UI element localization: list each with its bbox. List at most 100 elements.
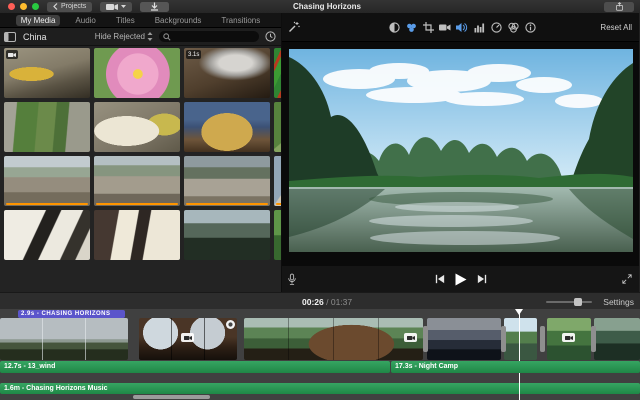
- adjust-toolbar: Reset All: [282, 13, 639, 42]
- zoom-window-button[interactable]: [32, 3, 39, 10]
- search-field[interactable]: [159, 31, 259, 42]
- transition-handle[interactable]: [423, 326, 428, 352]
- hide-rejected-label: Hide Rejected: [94, 32, 145, 41]
- effects-icon[interactable]: [507, 21, 519, 33]
- playhead-time-display: 00:26 / 01:37: [302, 297, 352, 307]
- tab-titles[interactable]: Titles: [111, 15, 140, 26]
- transport-bar: [282, 266, 639, 292]
- voiceover-mic-icon[interactable]: [287, 273, 297, 286]
- clip-mountain-village-pano[interactable]: [0, 318, 128, 360]
- share-button[interactable]: [604, 1, 634, 12]
- timeline-zoom-slider[interactable]: [546, 298, 592, 306]
- close-window-button[interactable]: [8, 3, 15, 10]
- thumb-cucumbers-market[interactable]: [4, 102, 90, 152]
- thumb-motorbike-license-plate[interactable]: [4, 48, 90, 98]
- noise-reduction-icon[interactable]: [473, 21, 485, 33]
- hide-rejected-filter[interactable]: Hide Rejected: [95, 32, 153, 41]
- clip-karst-reflection[interactable]: [504, 318, 537, 360]
- thumb-alley-person[interactable]: [184, 156, 270, 206]
- thumb-cooking-pot-smoke[interactable]: 3.1s: [184, 48, 270, 98]
- thumb-street-walkers[interactable]: [94, 156, 180, 206]
- share-icon: [615, 2, 623, 11]
- zoom-slider-thumb[interactable]: [574, 298, 582, 306]
- projects-button-label: Projects: [61, 3, 87, 10]
- title-clip[interactable]: 2.9s - CHASING HORIZONS: [18, 310, 125, 318]
- clip-camera-badge-icon: [181, 333, 194, 342]
- enhance-wand-icon[interactable]: [288, 21, 300, 33]
- timeline-settings-button[interactable]: Settings: [603, 297, 634, 307]
- thumb-calligraphy-brush[interactable]: [4, 210, 90, 260]
- duration-badge: 3.1s: [186, 50, 202, 59]
- time-separator: /: [323, 297, 331, 307]
- skip-forward-button[interactable]: [477, 274, 487, 284]
- clip-dusk-lake[interactable]: [427, 318, 501, 360]
- minimize-window-button[interactable]: [20, 3, 27, 10]
- transition-circle-badge: [226, 320, 235, 329]
- play-button[interactable]: [455, 273, 467, 286]
- playhead-line[interactable]: [519, 313, 520, 400]
- audio-night-camp[interactable]: 17.3s - Night Camp: [391, 361, 640, 373]
- main-area: My Media Audio Titles Backgrounds Transi…: [0, 13, 640, 292]
- color-correction-icon[interactable]: [405, 21, 417, 33]
- audio-13-wind[interactable]: 12.7s - 13_wind: [0, 361, 390, 373]
- projects-back-button[interactable]: Projects: [47, 1, 93, 12]
- clip-camera-badge-icon: [404, 333, 417, 342]
- titlebar: Projects Chasing Horizons: [0, 0, 640, 13]
- media-browser-panel: My Media Audio Titles Backgrounds Transi…: [0, 13, 282, 292]
- media-source-label[interactable]: China: [23, 32, 47, 42]
- import-media-button[interactable]: [140, 1, 170, 12]
- browser-tab-bar: My Media Audio Titles Backgrounds Transi…: [0, 13, 281, 28]
- thumb-street-motorcyclists[interactable]: [4, 156, 90, 206]
- clip-info-icon[interactable]: [524, 21, 536, 33]
- transition-handle[interactable]: [501, 326, 506, 352]
- thumb-calligraphy-fu-character[interactable]: [94, 210, 180, 260]
- browser-header: China Hide Rejected: [0, 28, 281, 46]
- popup-chevrons-icon: [147, 32, 153, 41]
- tab-backgrounds[interactable]: Backgrounds: [150, 15, 207, 26]
- clip-camera-badge-icon: [562, 333, 575, 342]
- skip-back-button[interactable]: [435, 274, 445, 284]
- clip-village-hut[interactable]: [244, 318, 423, 360]
- timeline: 2.9s - CHASING HORIZONS 1.6m - Chasing H…: [0, 309, 640, 400]
- tab-transitions[interactable]: Transitions: [216, 15, 265, 26]
- recent-clips-clock-icon[interactable]: [265, 31, 276, 42]
- search-input[interactable]: [173, 32, 253, 41]
- thumb-dark-trees-sky[interactable]: [184, 210, 270, 260]
- thumb-lotus-flower[interactable]: [94, 48, 180, 98]
- favorite-marker: [6, 203, 88, 205]
- viewer-panel: Reset All: [282, 13, 639, 292]
- transition-handle[interactable]: [540, 326, 545, 352]
- reset-all-button[interactable]: Reset All: [600, 23, 632, 32]
- time-total: 01:37: [330, 297, 353, 307]
- preview-karst-river-scene: [289, 49, 633, 252]
- crop-icon[interactable]: [422, 21, 434, 33]
- import-camera-button[interactable]: [100, 1, 133, 12]
- transition-handle[interactable]: [591, 326, 596, 352]
- favorite-marker: [276, 203, 281, 205]
- thumb-dumplings-tray[interactable]: [94, 102, 180, 152]
- imovie-window: Projects Chasing Horizons My Media Audio…: [0, 0, 640, 400]
- background-music-clip[interactable]: 1.6m - Chasing Horizons Music: [0, 383, 640, 394]
- thumb-longan-fruit-hands[interactable]: [184, 102, 270, 152]
- clip-green-pond[interactable]: [547, 318, 591, 360]
- color-balance-icon[interactable]: [388, 21, 400, 33]
- tab-audio[interactable]: Audio: [70, 15, 100, 26]
- playhead-handle[interactable]: [515, 309, 523, 315]
- clip-restaurant-interior[interactable]: [139, 318, 237, 360]
- media-thumbnail-grid: 3.1s: [0, 46, 281, 292]
- thumb-greens-and-plate[interactable]: [274, 102, 281, 152]
- sidebar-toggle-icon[interactable]: [4, 31, 16, 42]
- volume-icon[interactable]: [456, 21, 468, 33]
- camera-badge-icon: [6, 50, 18, 59]
- clip-lake-kayaker[interactable]: [594, 318, 640, 360]
- thumb-outdoor-table-people[interactable]: [274, 156, 281, 206]
- tab-my-media[interactable]: My Media: [15, 14, 61, 26]
- chevron-left-icon: [53, 3, 58, 10]
- speed-icon[interactable]: [490, 21, 502, 33]
- timeline-toolbar: 00:26 / 01:37 Settings: [0, 292, 640, 309]
- thumb-chili-peppers[interactable]: [274, 48, 281, 98]
- stabilization-camera-icon[interactable]: [439, 21, 451, 33]
- timeline-horizontal-scrollbar[interactable]: [133, 395, 210, 399]
- thumb-rice-terrace-partial[interactable]: [274, 210, 281, 260]
- fullscreen-icon[interactable]: [622, 274, 632, 284]
